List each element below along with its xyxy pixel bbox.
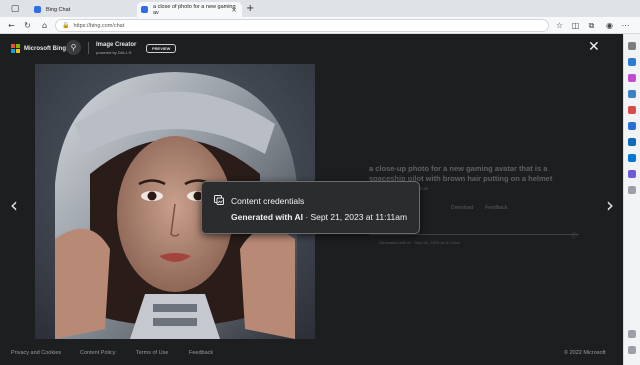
- outlook-icon[interactable]: [628, 138, 636, 146]
- close-viewer-button[interactable]: ✕: [588, 40, 600, 54]
- image-creator-title[interactable]: Image Creator: [96, 42, 136, 48]
- viewer-header: Microsoft Bing ⚲ Image Creator powered b…: [0, 34, 623, 64]
- viewer-footer: Privacy and Cookies Content Policy Terms…: [0, 339, 623, 365]
- drop-icon[interactable]: [628, 154, 636, 162]
- microsoft-logo-icon: [11, 44, 20, 53]
- image-creator-subtitle: powered by DALL·E: [96, 50, 132, 55]
- tab-label: a close of photo for a new gaming av: [153, 3, 236, 16]
- lock-icon: 🔒: [62, 23, 70, 29]
- image-actions: Download Feedback: [451, 205, 507, 211]
- add-icon[interactable]: [628, 186, 636, 194]
- info-icon[interactable]: ⓘ: [571, 231, 577, 240]
- address-url: https://bing.com/chat: [73, 22, 125, 29]
- games-icon[interactable]: [628, 106, 636, 114]
- refresh-icon[interactable]: ↻: [21, 19, 34, 32]
- tab-strip: ▢ Bing Chat a close of photo for a new g…: [0, 0, 640, 17]
- download-button[interactable]: Download: [451, 205, 473, 211]
- profile-icon[interactable]: ◉: [603, 19, 616, 32]
- back-icon[interactable]: ←: [5, 19, 18, 32]
- shopping-icon[interactable]: [628, 74, 636, 82]
- details-divider: [369, 234, 579, 235]
- bing-favicon-icon: [34, 6, 41, 13]
- microsoft-bing-logo[interactable]: Microsoft Bing: [11, 44, 66, 53]
- feedback-button[interactable]: Feedback: [485, 205, 507, 211]
- sidebar-toggle-icon[interactable]: [628, 330, 636, 338]
- content-policy-link[interactable]: Content Policy: [80, 350, 115, 356]
- header-divider: [88, 42, 89, 54]
- settings-icon[interactable]: [628, 346, 636, 354]
- copilot-icon[interactable]: [628, 58, 636, 66]
- edge-sidebar: [623, 34, 640, 365]
- favorite-star-icon[interactable]: ☆: [553, 19, 566, 32]
- tab-actions-icon[interactable]: ▢: [4, 0, 26, 17]
- new-tab-button[interactable]: +: [246, 3, 254, 14]
- popup-credential-line: Generated with AI · Sept 21, 2023 at 11:…: [231, 212, 407, 222]
- credential-date: · Sept 21, 2023 at 11:11am: [302, 212, 408, 222]
- terms-link[interactable]: Terms of Use: [136, 350, 168, 356]
- content-credentials-icon: [214, 195, 224, 205]
- close-tab-icon[interactable]: ×: [231, 6, 237, 14]
- next-image-button[interactable]: ›: [606, 193, 614, 217]
- generated-with-ai-label: Generated with AI: [231, 212, 303, 222]
- copyright-text: © 2022 Microsoft: [564, 350, 606, 356]
- content-credential-line: Generated with AI · Sept 21, 2023 at 11:…: [379, 240, 460, 245]
- address-bar[interactable]: 🔒 https://bing.com/chat: [55, 19, 549, 32]
- collections-icon[interactable]: ⧉: [585, 19, 598, 32]
- feedback-link[interactable]: Feedback: [189, 350, 213, 356]
- search-icon[interactable]: ⚲: [66, 40, 81, 55]
- bing-favicon-icon: [141, 6, 148, 13]
- tab-label: Bing Chat: [46, 6, 71, 13]
- browser-window: ▢ Bing Chat a close of photo for a new g…: [0, 0, 640, 365]
- brand-label: Microsoft Bing: [24, 45, 66, 52]
- home-icon[interactable]: ⌂: [38, 19, 51, 32]
- navigation-bar: ← ↻ ⌂ 🔒 https://bing.com/chat ☆ ◫ ⧉ ◉ ⋯: [0, 17, 640, 34]
- search-icon[interactable]: [628, 42, 636, 50]
- privacy-link[interactable]: Privacy and Cookies: [11, 350, 61, 356]
- popup-title: Content credentials: [231, 196, 305, 206]
- messenger-icon[interactable]: [628, 170, 636, 178]
- content-credentials-popup: Content credentials Generated with AI · …: [201, 181, 420, 234]
- more-menu-icon[interactable]: ⋯: [619, 19, 632, 32]
- previous-image-button[interactable]: ‹: [10, 193, 18, 217]
- tab-bing-chat[interactable]: Bing Chat: [30, 2, 134, 17]
- preview-badge: PREVIEW: [146, 44, 177, 53]
- split-screen-icon[interactable]: ◫: [569, 19, 582, 32]
- tools-icon[interactable]: [628, 90, 636, 98]
- image-viewer-overlay: Microsoft Bing ⚲ Image Creator powered b…: [0, 34, 623, 365]
- tab-image-creator[interactable]: a close of photo for a new gaming av ×: [137, 2, 242, 17]
- microsoft-365-icon[interactable]: [628, 122, 636, 130]
